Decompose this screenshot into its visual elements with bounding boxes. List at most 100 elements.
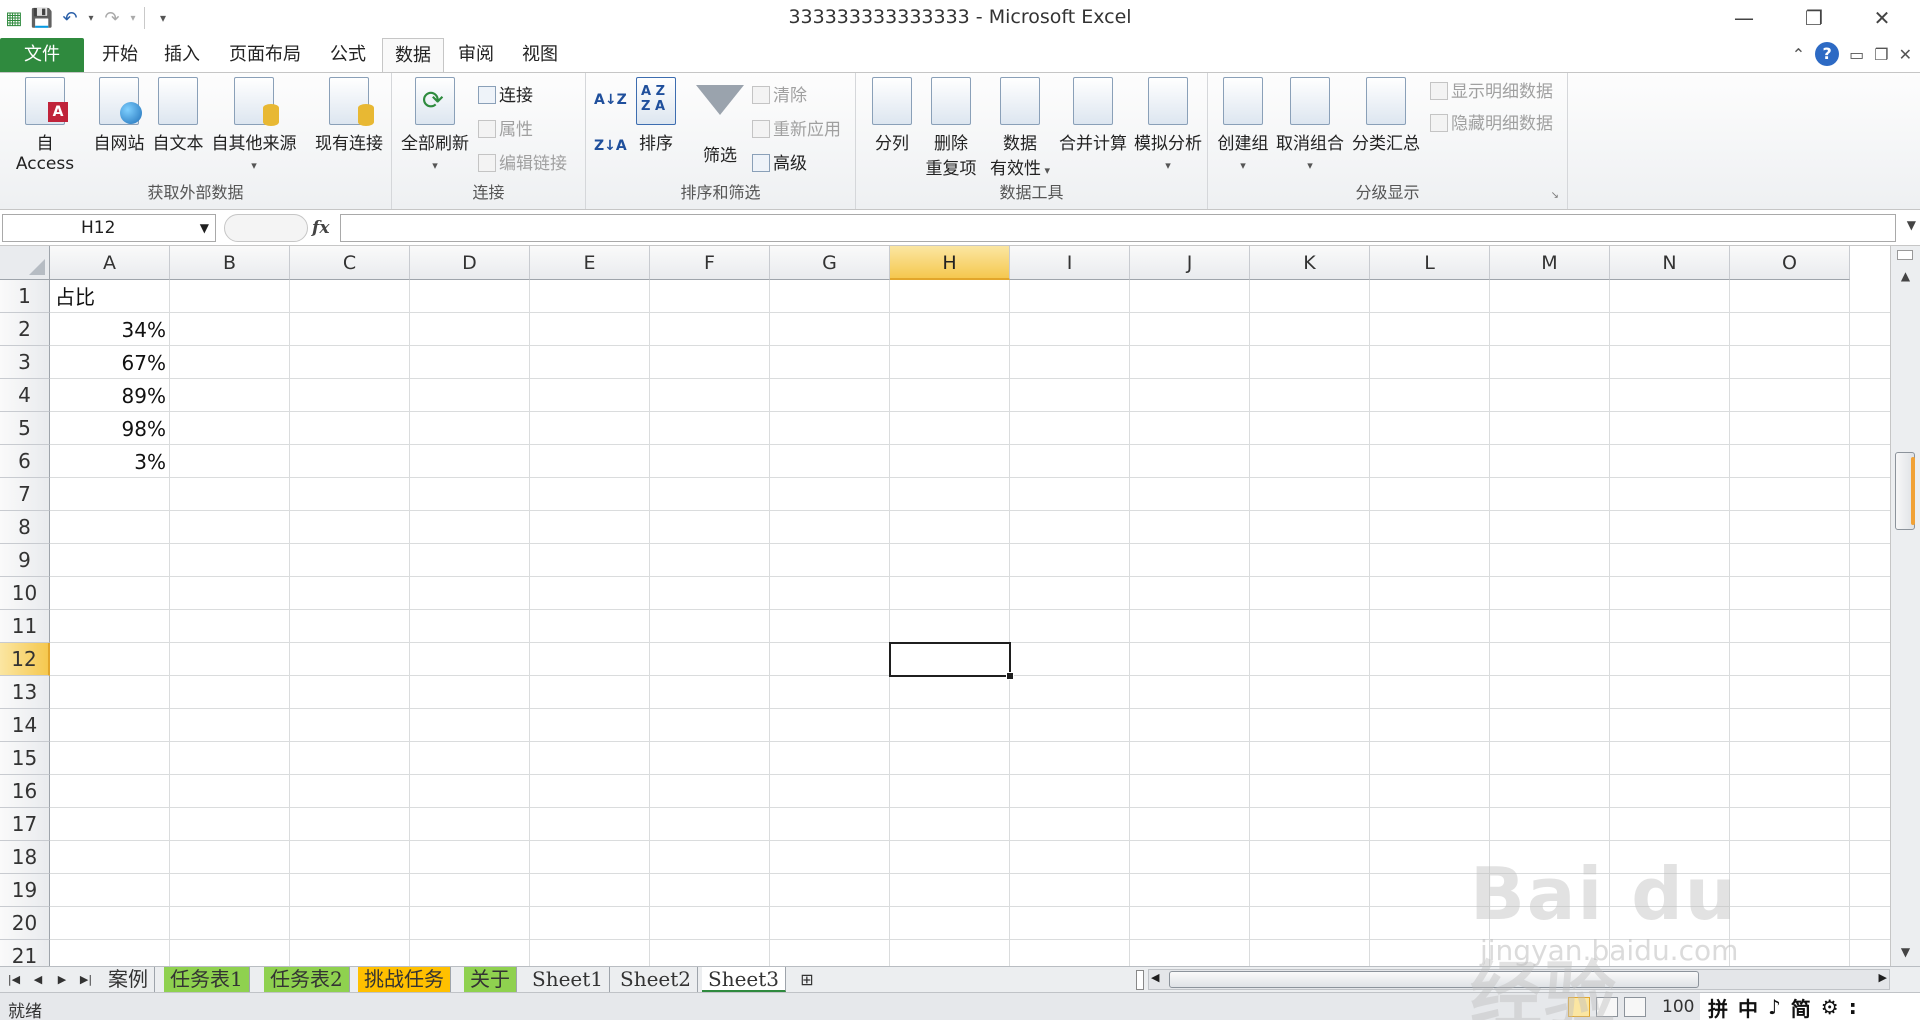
group-button[interactable]: 创建组 ▾ [1212,77,1274,174]
column-header-o[interactable]: O [1730,246,1850,280]
column-header-g[interactable]: G [770,246,890,280]
undo-icon[interactable]: ↶ [56,4,84,32]
tab-formulas[interactable]: 公式 [318,38,378,72]
row-header-1[interactable]: 1 [0,280,50,313]
formula-input[interactable] [340,214,1896,242]
column-header-k[interactable]: K [1250,246,1370,280]
row-header-3[interactable]: 3 [0,346,50,379]
help-icon[interactable]: ? [1815,42,1840,66]
connections-button[interactable]: 连接 [478,83,533,109]
vertical-scrollbar[interactable]: ▲ ▼ [1890,246,1920,966]
row-header-5[interactable]: 5 [0,412,50,445]
filter-button[interactable]: 筛选 [690,77,750,166]
sheet-tab-1[interactable]: 任务表1 [164,967,250,992]
insert-sheet-icon[interactable]: ⊞ [792,967,822,992]
tab-review[interactable]: 审阅 [446,38,506,72]
advanced-filter-button[interactable]: 高级 [752,151,807,177]
ime-chinese[interactable]: 中 [1738,993,1758,1020]
subtotal-button[interactable]: 分类汇总 [1348,77,1424,154]
clear-filter-button[interactable]: 清除 [752,83,807,109]
consolidate-button[interactable]: 合并计算 [1052,77,1134,154]
column-header-h[interactable]: H [890,246,1010,280]
minimize-ribbon-icon[interactable]: ⌃ [1792,45,1805,64]
chevron-down-icon[interactable]: ▼ [200,215,209,241]
row-header-13[interactable]: 13 [0,676,50,709]
show-detail-button[interactable]: 显示明细数据 [1430,79,1553,105]
cell-a3[interactable]: 67% [51,347,170,380]
column-header-d[interactable]: D [410,246,530,280]
sheet-tab-7[interactable]: Sheet3 [702,967,787,992]
workbook-minimize-icon[interactable]: ▭ [1849,45,1864,64]
from-web-button[interactable]: 自网站 [90,77,148,154]
reapply-button[interactable]: 重新应用 [752,117,841,143]
sheet-tab-2[interactable]: 任务表2 [264,967,350,992]
last-sheet-icon[interactable]: ▶| [74,967,98,992]
tab-split-handle[interactable] [1136,970,1144,990]
row-header-12[interactable]: 12 [0,643,50,676]
excel-logo-icon[interactable]: ▦ [0,4,28,32]
cell-a2[interactable]: 34% [51,314,170,347]
page-layout-view-icon[interactable] [1596,997,1618,1017]
expand-formula-bar-icon[interactable]: ▼ [1907,218,1916,232]
scroll-right-icon[interactable]: ▶ [1879,971,1887,984]
column-header-j[interactable]: J [1130,246,1250,280]
column-header-l[interactable]: L [1370,246,1490,280]
tab-data[interactable]: 数据 [382,38,444,72]
row-header-16[interactable]: 16 [0,775,50,808]
normal-view-icon[interactable] [1568,997,1590,1017]
horizontal-scrollbar[interactable]: ◀ ▶ [1148,969,1890,990]
row-header-20[interactable]: 20 [0,907,50,940]
what-if-analysis-button[interactable]: 模拟分析 ▾ [1128,77,1208,174]
row-header-8[interactable]: 8 [0,511,50,544]
column-header-a[interactable]: A [50,246,170,280]
from-access-button[interactable]: 自 Access [6,77,84,174]
horizontal-scroll-thumb[interactable] [1169,971,1699,988]
redo-icon[interactable]: ↷ [98,4,126,32]
row-header-6[interactable]: 6 [0,445,50,478]
scroll-left-icon[interactable]: ◀ [1151,971,1159,984]
remove-duplicates-button[interactable]: 删除 重复项 [916,77,986,179]
from-text-button[interactable]: 自文本 [150,77,206,154]
insert-function-button[interactable]: fx [312,214,342,242]
existing-connections-button[interactable]: 现有连接 [310,77,388,154]
column-header-e[interactable]: E [530,246,650,280]
prev-sheet-icon[interactable]: ◀ [26,967,50,992]
row-header-9[interactable]: 9 [0,544,50,577]
vertical-scroll-thumb[interactable] [1895,452,1915,530]
ime-simplified[interactable]: 简 [1791,993,1811,1020]
cell-a5[interactable]: 98% [51,413,170,446]
ungroup-button[interactable]: 取消组合 ▾ [1272,77,1348,174]
column-header-i[interactable]: I [1010,246,1130,280]
ime-more-icon[interactable]: : [1849,995,1857,1019]
tab-view[interactable]: 视图 [510,38,570,72]
tab-file[interactable]: 文件 [0,38,84,72]
sort-descending-button[interactable]: Z↓A [594,133,627,159]
page-break-view-icon[interactable] [1624,997,1646,1017]
spreadsheet-grid[interactable]: ABCDEFGHIJKLMNO 1 2 3 4 5 6 7 8 9 10 11 12 13 14 15 16 1… [0,246,1890,966]
row-header-10[interactable]: 10 [0,577,50,610]
column-header-b[interactable]: B [170,246,290,280]
ime-pinyin[interactable]: 拼 [1708,993,1728,1020]
zoom-level[interactable]: 100 [1662,997,1694,1017]
properties-button[interactable]: 属性 [478,117,533,143]
row-header-17[interactable]: 17 [0,808,50,841]
row-header-7[interactable]: 7 [0,478,50,511]
sort-button[interactable]: 排序 [626,77,686,154]
undo-dropdown-icon[interactable]: ▾ [84,4,98,32]
name-box[interactable]: H12 ▼ [2,214,216,242]
next-sheet-icon[interactable]: ▶ [50,967,74,992]
row-header-19[interactable]: 19 [0,874,50,907]
sheet-tab-6[interactable]: Sheet2 [614,967,699,992]
sort-ascending-button[interactable]: A↓Z [594,87,627,113]
dialog-launcher-icon[interactable]: ↘ [1551,190,1559,201]
workbook-close-icon[interactable]: ✕ [1899,45,1912,64]
tab-insert[interactable]: 插入 [152,38,212,72]
minimize-button[interactable]: — [1714,0,1774,36]
cell-a6[interactable]: 3% [51,446,170,479]
column-header-n[interactable]: N [1610,246,1730,280]
tab-home[interactable]: 开始 [90,38,150,72]
row-header-15[interactable]: 15 [0,742,50,775]
row-header-18[interactable]: 18 [0,841,50,874]
row-header-21[interactable]: 21 [0,940,50,966]
data-validation-button[interactable]: 数据 有效性 ▾ [980,77,1060,179]
